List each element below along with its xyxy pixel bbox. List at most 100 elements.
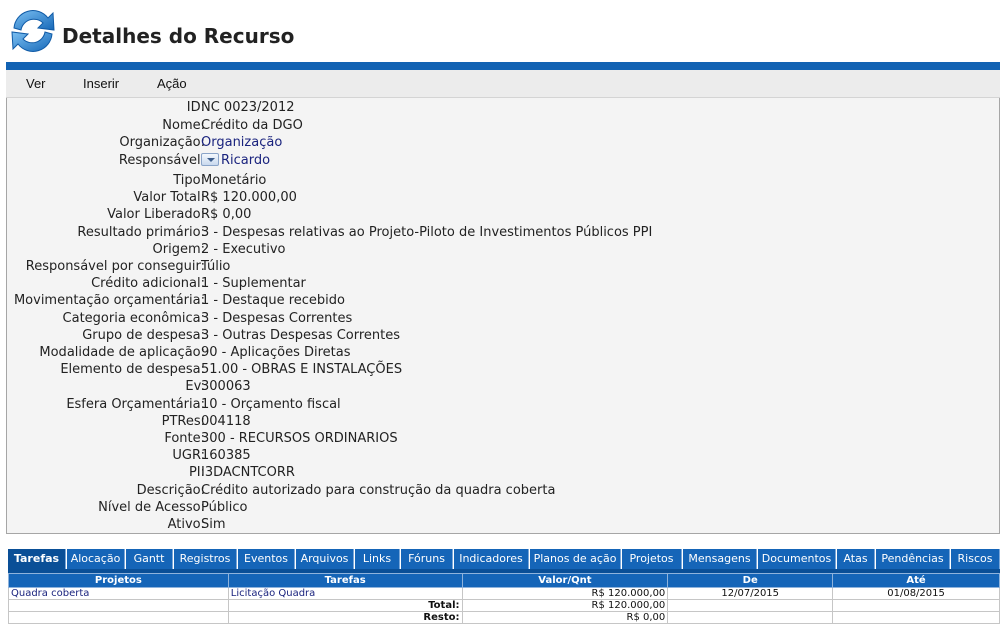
empty-cell: [8, 599, 229, 612]
detail-value: 3 - Despesas Correntes: [201, 311, 353, 326]
detail-label: Nível de Acesso:: [98, 500, 205, 515]
empty-cell: [832, 611, 1000, 624]
tab-riscos[interactable]: Riscos: [951, 549, 1000, 569]
column-header-tarefas[interactable]: Tarefas: [227, 573, 463, 588]
tab-atas[interactable]: Atas: [837, 549, 875, 569]
organizacao-link[interactable]: Organização: [201, 135, 282, 150]
detail-label: Crédito adicional:: [91, 276, 205, 291]
detail-label: Modalidade de aplicação:: [39, 345, 205, 360]
detail-value: 300 - RECURSOS ORDINARIOS: [201, 431, 398, 446]
detail-label: Movimentação orçamentária:: [13, 293, 205, 308]
detail-row-credito-adicional: Crédito adicional: 1 - Suplementar: [7, 276, 999, 293]
menu-acao[interactable]: Ação: [157, 76, 187, 91]
detail-value: Túlio: [201, 259, 231, 274]
tab-gantt[interactable]: Gantt: [126, 549, 173, 569]
column-header-ate[interactable]: Até: [832, 573, 1000, 588]
tab-foruns[interactable]: Fóruns: [401, 549, 453, 569]
task-value: R$ 120.000,00: [461, 587, 669, 600]
detail-label: Valor Total:: [133, 190, 205, 205]
menu-inserir[interactable]: Inserir: [83, 76, 119, 91]
tab-projetos[interactable]: Projetos: [622, 549, 682, 569]
detail-row-ev: Ev: 300063: [7, 379, 999, 396]
page-header: Detalhes do Recurso: [0, 0, 1002, 62]
responsavel-value: Ricardo: [201, 153, 270, 168]
refresh-arrows-icon: [11, 10, 55, 52]
detail-panel: ID: NC 0023/2012 Nome: Crédito da DGO Or…: [6, 98, 1000, 534]
detail-row-valor-total: Valor Total: R$ 120.000,00: [7, 190, 999, 207]
detail-row-pi: PI: I3DACNTCORR: [7, 465, 999, 482]
detail-row-ugr: UGR: 160385: [7, 448, 999, 465]
tab-mensagens[interactable]: Mensagens: [683, 549, 757, 569]
detail-value: Crédito autorizado para construção da qu…: [201, 483, 556, 498]
detail-label: Valor Liberado:: [107, 207, 205, 222]
tab-arquivos[interactable]: Arquivos: [296, 549, 354, 569]
detail-row-elemento-despesa: Elemento de despesa: 51.00 - OBRAS E INS…: [7, 362, 999, 379]
task-start-date: 12/07/2015: [667, 587, 834, 600]
detail-value: Monetário: [201, 173, 267, 188]
detail-value: 10 - Orçamento fiscal: [201, 397, 341, 412]
detail-value: 160385: [201, 448, 251, 463]
detail-row-responsavel: Responsável: Ricardo: [7, 153, 999, 170]
detail-row-movimentacao: Movimentação orçamentária: 1 - Destaque …: [7, 293, 999, 310]
detail-label: Descrição:: [136, 483, 205, 498]
detail-label: Responsável:: [118, 153, 205, 168]
tab-indicadores[interactable]: Indicadores: [454, 549, 529, 569]
project-link[interactable]: Quadra coberta: [8, 587, 229, 600]
detail-label: Esfera Orçamentária:: [66, 397, 205, 412]
detail-label: Resultado primário:: [77, 225, 205, 240]
tab-alocacao[interactable]: Alocação: [67, 549, 125, 569]
tab-documentos[interactable]: Documentos: [758, 549, 836, 569]
detail-value: I3DACNTCORR: [201, 465, 295, 480]
tab-registros[interactable]: Registros: [174, 549, 237, 569]
header-divider: [6, 62, 1000, 70]
empty-cell: [832, 599, 1000, 612]
detail-value: 004118: [201, 414, 251, 429]
detail-label: Responsável por conseguir:: [25, 259, 205, 274]
tab-bar: Tarefas Alocação Gantt Registros Eventos…: [8, 549, 1000, 569]
tab-links[interactable]: Links: [355, 549, 400, 569]
table-row: Quadra coberta Licitação Quadra R$ 120.0…: [8, 587, 1000, 600]
detail-label: Elemento de despesa:: [60, 362, 205, 377]
responsavel-link[interactable]: Ricardo: [221, 153, 270, 168]
detail-row-nome: Nome: Crédito da DGO: [7, 118, 999, 135]
resto-label: Resto:: [227, 611, 463, 624]
column-header-projetos[interactable]: Projetos: [8, 573, 229, 588]
detail-row-descricao: Descrição: Crédito autorizado para const…: [7, 483, 999, 500]
empty-cell: [8, 611, 229, 624]
tab-eventos[interactable]: Eventos: [238, 549, 295, 569]
task-link[interactable]: Licitação Quadra: [227, 587, 463, 600]
detail-label: Origem:: [152, 242, 205, 257]
resto-value: R$ 0,00: [461, 611, 669, 624]
detail-row-resultado-primario: Resultado primário: 3 - Despesas relativ…: [7, 225, 999, 242]
tab-planos-de-acao[interactable]: Planos de ação: [530, 549, 621, 569]
total-label: Total:: [227, 599, 463, 612]
detail-row-organizacao: Organização: Organização: [7, 135, 999, 152]
detail-value: NC 0023/2012: [201, 100, 295, 115]
tab-pendencias[interactable]: Pendências: [876, 549, 950, 569]
detail-value: 300063: [201, 379, 251, 394]
empty-cell: [667, 599, 834, 612]
menu-ver[interactable]: Ver: [26, 76, 46, 91]
detail-label: Ativo:: [167, 517, 205, 532]
detail-value: 51.00 - OBRAS E INSTALAÇÕES: [201, 362, 403, 377]
total-value: R$ 120.000,00: [461, 599, 669, 612]
total-row: Total: R$ 120.000,00: [8, 599, 1000, 612]
detail-value: 1 - Suplementar: [201, 276, 306, 291]
detail-row-modalidade: Modalidade de aplicação: 90 - Aplicações…: [7, 345, 999, 362]
page-title: Detalhes do Recurso: [62, 24, 295, 48]
column-header-de[interactable]: De: [667, 573, 834, 588]
detail-value: 2 - Executivo: [201, 242, 286, 257]
dropdown-icon[interactable]: [201, 153, 219, 166]
empty-cell: [667, 611, 834, 624]
detail-row-valor-liberado: Valor Liberado: R$ 0,00: [7, 207, 999, 224]
detail-label: PTRes:: [161, 414, 205, 429]
detail-row-origem: Origem: 2 - Executivo: [7, 242, 999, 259]
detail-label: Organização:: [119, 135, 205, 150]
detail-value: Sim: [201, 517, 226, 532]
detail-value: 3 - Despesas relativas ao Projeto-Piloto…: [201, 225, 653, 240]
table-header-row: Projetos Tarefas Valor/Qnt De Até: [8, 573, 1000, 588]
tab-tarefas[interactable]: Tarefas: [8, 549, 66, 569]
detail-row-grupo-despesa: Grupo de despesa: 3 - Outras Despesas Co…: [7, 328, 999, 345]
column-header-valor[interactable]: Valor/Qnt: [461, 573, 669, 588]
detail-value: R$ 0,00: [201, 207, 252, 222]
